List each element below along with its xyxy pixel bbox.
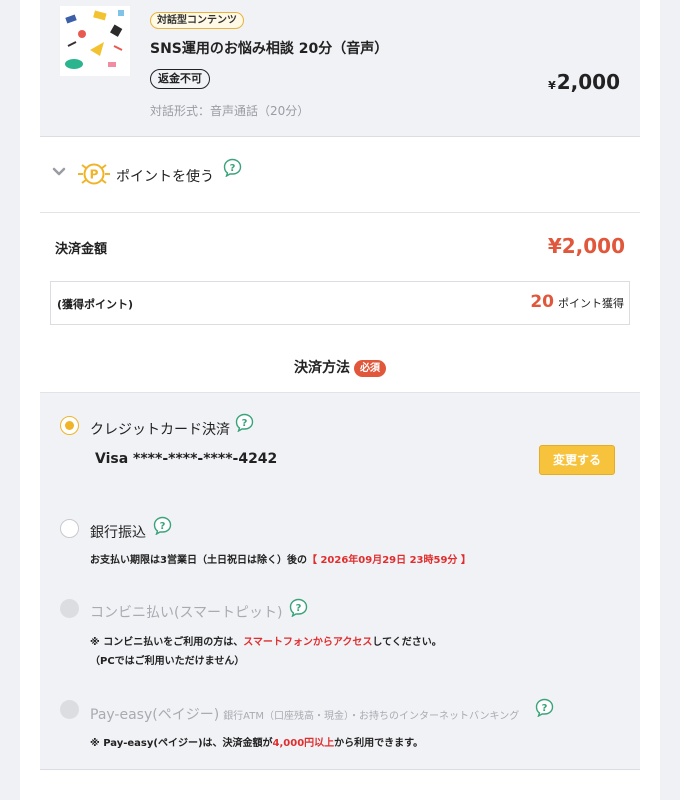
chevron-down-icon[interactable]: [52, 167, 66, 177]
use-points-label: ポイントを使う: [116, 169, 214, 185]
payeasy-note-text: ※ Pay-easy(ペイジー)は、決済金額が: [90, 738, 273, 749]
payment-method-heading: 決済方法: [294, 360, 350, 376]
yen-symbol: ¥: [548, 79, 556, 92]
radio-credit-card[interactable]: [60, 416, 79, 435]
svg-text:?: ?: [296, 603, 302, 614]
bank-transfer-label[interactable]: 銀行振込: [90, 522, 146, 542]
total-amount: ¥2,000: [547, 234, 625, 258]
svg-text:?: ?: [230, 163, 236, 174]
payeasy-note-highlight: 4,000円以上: [272, 738, 335, 749]
help-icon[interactable]: ?: [223, 158, 242, 177]
bank-note-text: お支払い期限は3営業日（土日祝日は除く）後の: [90, 555, 307, 566]
payeasy-note: ※ Pay-easy(ペイジー)は、決済金額が4,000円以上から利用できます。: [90, 734, 423, 749]
point-coin-icon: P: [78, 163, 110, 185]
convenience-store-label: コンビニ払い(スマートピット): [90, 605, 283, 621]
payeasy-label: Pay-easy(ペイジー) 銀行ATM（口座残高・現金）・お持ちのインターネット…: [90, 704, 519, 724]
convenience-note-suffix: してください。: [372, 637, 442, 648]
total-label: 決済金額: [55, 242, 108, 257]
content-type-badge: 対話型コンテンツ: [150, 12, 244, 29]
help-icon[interactable]: ?: [535, 698, 554, 717]
earned-points-box: (獲得ポイント) 20 ポイント獲得: [50, 281, 630, 325]
svg-text:?: ?: [542, 703, 548, 714]
product-price: ¥2,000: [548, 70, 620, 94]
product-title: SNS運用のお悩み相談 20分（音声）: [150, 41, 389, 57]
convenience-note-text: ※ コンビニ払いをご利用の方は、: [90, 637, 244, 648]
refund-badge: 返金不可: [150, 69, 210, 89]
svg-text:P: P: [90, 168, 99, 182]
change-card-button[interactable]: 変更する: [539, 445, 615, 475]
radio-convenience-store: [60, 599, 79, 618]
svg-text:?: ?: [160, 521, 166, 532]
saved-card-number: Visa ****-****-****-4242: [95, 451, 278, 467]
required-badge: 必須: [354, 360, 386, 377]
help-icon[interactable]: ?: [289, 598, 308, 617]
payment-options: クレジットカード決済 ? Visa ****-****-****-4242 変更…: [40, 392, 640, 770]
radio-bank-transfer[interactable]: [60, 519, 79, 538]
product-price-value: 2,000: [556, 70, 620, 94]
earned-points-number: 20: [530, 292, 554, 312]
earned-points-label: (獲得ポイント): [57, 298, 134, 311]
payeasy-note-suffix: から利用できます。: [334, 738, 424, 749]
credit-card-label[interactable]: クレジットカード決済: [90, 419, 230, 439]
earned-points-unit: ポイント獲得: [558, 297, 624, 310]
product-summary: 対話型コンテンツ SNS運用のお悩み相談 20分（音声） 返金不可 ¥2,000…: [40, 0, 640, 137]
earned-points-value: 20 ポイント獲得: [530, 292, 624, 312]
bank-deadline: 【 2026年09月29日 23時59分 】: [306, 555, 471, 566]
checkout-card: 対話型コンテンツ SNS運用のお悩み相談 20分（音声） 返金不可 ¥2,000…: [20, 0, 660, 800]
product-thumbnail: [60, 6, 130, 76]
convenience-note: ※ コンビニ払いをご利用の方は、スマートフォンからアクセスしてください。: [90, 633, 442, 648]
payeasy-label-text: Pay-easy(ペイジー): [90, 707, 220, 723]
convenience-note-highlight: スマートフォンからアクセス: [243, 637, 373, 648]
payeasy-sub: 銀行ATM（口座残高・現金）・お持ちのインターネットバンキング: [223, 711, 520, 722]
help-icon[interactable]: ?: [153, 516, 172, 535]
payment-method-title: 決済方法 必須: [20, 357, 660, 377]
use-points-toggle[interactable]: P ポイントを使う ?: [40, 137, 640, 213]
convenience-note-line2: （PCではご利用いただけません）: [90, 656, 245, 667]
help-icon[interactable]: ?: [235, 413, 254, 432]
bank-transfer-note: お支払い期限は3営業日（土日祝日は除く）後の【 2026年09月29日 23時5…: [90, 551, 471, 566]
radio-payeasy: [60, 700, 79, 719]
svg-text:?: ?: [242, 418, 248, 429]
product-format: 対話形式：音声通話（20分）: [150, 104, 310, 118]
